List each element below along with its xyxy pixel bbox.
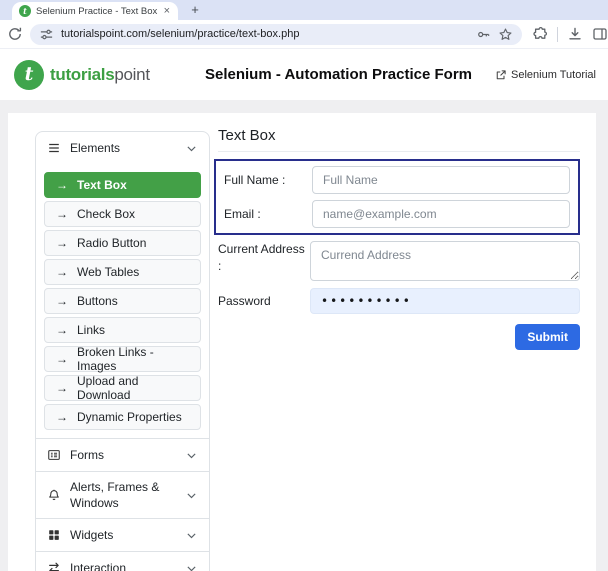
section-label: Forms bbox=[70, 447, 176, 463]
sidebar-item-dynamic-properties[interactable]: → Dynamic Properties bbox=[44, 404, 201, 430]
tutorialspoint-logo[interactable]: t tutorialspoint bbox=[14, 49, 150, 101]
sidebar-section-interaction[interactable]: Interaction bbox=[36, 551, 209, 571]
wordmark-light: point bbox=[114, 65, 149, 84]
chevron-down-icon bbox=[185, 489, 198, 502]
sidebar-item-label: Buttons bbox=[77, 294, 118, 308]
downloads-icon[interactable] bbox=[567, 26, 583, 42]
current-address-textarea[interactable] bbox=[310, 241, 580, 281]
section-label: Elements bbox=[70, 141, 120, 155]
sidebar-section-forms[interactable]: Forms bbox=[36, 438, 209, 471]
full-name-row: Full Name : bbox=[224, 166, 570, 194]
sidebar-item-broken-links-images[interactable]: → Broken Links - Images bbox=[44, 346, 201, 372]
sidebar-item-check-box[interactable]: → Check Box bbox=[44, 201, 201, 227]
sidebar-menu: Elements → Text Box → Check Box bbox=[35, 131, 210, 571]
section-label: Interaction bbox=[70, 560, 176, 571]
chevron-down-icon bbox=[185, 142, 198, 155]
external-link-icon bbox=[495, 69, 507, 81]
password-label: Password bbox=[218, 293, 310, 310]
sidebar-item-label: Radio Button bbox=[77, 236, 146, 250]
browser-tab[interactable]: t Selenium Practice - Text Box × bbox=[12, 2, 178, 20]
browser-window: t Selenium Practice - Text Box × + tutor… bbox=[0, 0, 608, 571]
sidebar-item-web-tables[interactable]: → Web Tables bbox=[44, 259, 201, 285]
highlighted-field-group: Full Name : Email : bbox=[214, 159, 580, 235]
address-bar[interactable]: tutorialspoint.com/selenium/practice/tex… bbox=[30, 24, 522, 45]
arrow-right-icon: → bbox=[56, 237, 68, 249]
sidebar-item-label: Dynamic Properties bbox=[77, 410, 182, 424]
chevron-down-icon bbox=[185, 449, 198, 462]
tutorialspoint-wordmark: tutorialspoint bbox=[50, 65, 150, 85]
section-label: Widgets bbox=[70, 527, 176, 543]
full-name-input[interactable] bbox=[312, 166, 570, 194]
current-address-row: Current Address : bbox=[214, 241, 580, 281]
tab-strip: t Selenium Practice - Text Box × + bbox=[0, 0, 608, 20]
sidebar-item-buttons[interactable]: → Buttons bbox=[44, 288, 201, 314]
sidebar-item-label: Links bbox=[77, 323, 105, 337]
form-heading: Text Box bbox=[218, 126, 580, 146]
interaction-arrows-icon bbox=[47, 561, 61, 571]
page-title: Selenium - Automation Practice Form bbox=[205, 49, 472, 101]
submit-button[interactable]: Submit bbox=[515, 324, 580, 350]
arrow-right-icon: → bbox=[56, 411, 68, 423]
forms-icon bbox=[47, 448, 61, 462]
content-card: Elements → Text Box → Check Box bbox=[8, 113, 596, 571]
site-header: t tutorialspoint Selenium - Automation P… bbox=[0, 48, 608, 100]
arrow-right-icon: → bbox=[56, 266, 68, 278]
url-text[interactable]: tutorialspoint.com/selenium/practice/tex… bbox=[61, 28, 469, 40]
sidebar-section-elements[interactable]: Elements bbox=[36, 132, 209, 164]
current-address-label: Current Address : bbox=[218, 241, 310, 275]
refresh-icon[interactable] bbox=[7, 26, 23, 42]
arrow-right-icon: → bbox=[56, 324, 68, 336]
toolbar-actions bbox=[532, 26, 608, 42]
bookmark-star-icon[interactable] bbox=[498, 27, 513, 42]
bell-icon bbox=[47, 488, 61, 502]
extensions-puzzle-icon[interactable] bbox=[532, 26, 548, 42]
arrow-right-icon: → bbox=[56, 382, 68, 394]
email-row: Email : bbox=[224, 200, 570, 228]
sidebar-item-links[interactable]: → Links bbox=[44, 317, 201, 343]
elements-item-list: → Text Box → Check Box → Radio Button → … bbox=[36, 164, 209, 438]
sidebar-item-label: Broken Links - Images bbox=[77, 345, 189, 373]
page-background: Elements → Text Box → Check Box bbox=[0, 100, 608, 571]
arrow-right-icon: → bbox=[56, 295, 68, 307]
sidebar-section-widgets[interactable]: Widgets bbox=[36, 518, 209, 551]
sidebar-item-text-box[interactable]: → Text Box bbox=[44, 172, 201, 198]
heading-divider bbox=[218, 151, 580, 152]
main-content: Text Box Full Name : Email : Current Add… bbox=[214, 125, 580, 350]
full-name-label: Full Name : bbox=[224, 172, 312, 189]
password-key-icon[interactable] bbox=[476, 27, 491, 42]
sidebar-item-label: Check Box bbox=[77, 207, 135, 221]
submit-row: Submit bbox=[214, 324, 580, 350]
sidebar-section-alerts-frames-windows[interactable]: Alerts, Frames & Windows bbox=[36, 471, 209, 518]
toolbar-divider bbox=[557, 27, 558, 42]
tutorialspoint-logo-icon: t bbox=[14, 60, 44, 90]
tutorialspoint-favicon: t bbox=[19, 5, 31, 17]
sidebar-item-label: Upload and Download bbox=[77, 374, 189, 402]
password-input[interactable] bbox=[310, 288, 580, 314]
selenium-tutorial-label: Selenium Tutorial bbox=[511, 69, 596, 81]
new-tab-button[interactable]: + bbox=[186, 1, 204, 19]
sidebar-item-label: Web Tables bbox=[77, 265, 139, 279]
email-label: Email : bbox=[224, 206, 312, 223]
password-row: Password bbox=[214, 288, 580, 314]
sidebar-item-label: Text Box bbox=[77, 178, 127, 192]
side-panel-icon[interactable] bbox=[592, 26, 608, 42]
section-label: Alerts, Frames & Windows bbox=[70, 479, 176, 511]
tab-title: Selenium Practice - Text Box bbox=[36, 6, 158, 17]
arrow-right-icon: → bbox=[56, 179, 68, 191]
sidebar-item-upload-and-download[interactable]: → Upload and Download bbox=[44, 375, 201, 401]
chevron-down-icon bbox=[185, 529, 198, 542]
chevron-down-icon bbox=[185, 562, 198, 571]
browser-toolbar: tutorialspoint.com/selenium/practice/tex… bbox=[0, 20, 608, 48]
wordmark-bold: tutorials bbox=[50, 65, 114, 84]
sidebar-item-radio-button[interactable]: → Radio Button bbox=[44, 230, 201, 256]
arrow-right-icon: → bbox=[56, 208, 68, 220]
site-settings-icon[interactable] bbox=[39, 27, 54, 42]
hamburger-icon bbox=[47, 141, 61, 155]
email-input[interactable] bbox=[312, 200, 570, 228]
arrow-right-icon: → bbox=[56, 353, 68, 365]
tab-close-icon[interactable]: × bbox=[163, 5, 171, 17]
selenium-tutorial-link[interactable]: Selenium Tutorial bbox=[495, 49, 596, 101]
widgets-grid-icon bbox=[47, 528, 61, 542]
